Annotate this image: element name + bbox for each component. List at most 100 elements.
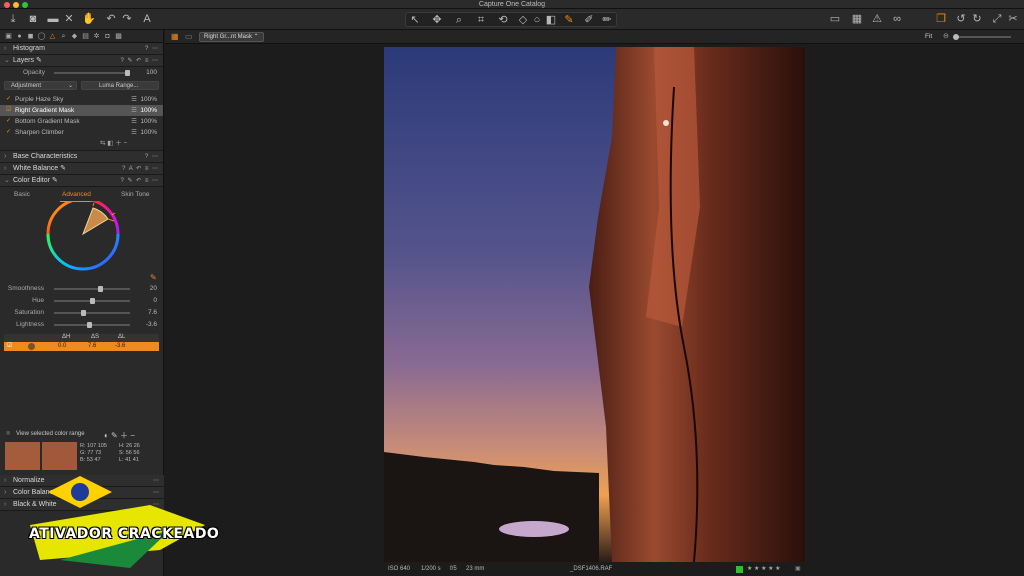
text-tool-icon[interactable]: A — [140, 12, 154, 26]
color-editor-slider[interactable] — [54, 298, 130, 304]
warning-icon[interactable]: ⚠ — [870, 12, 884, 26]
layers-header[interactable]: ⌄ Layers ✎? ✎ ↶ ≡ ⋯ — [0, 55, 163, 67]
mask-icon[interactable]: ◧ — [544, 13, 558, 27]
zoom-knob[interactable] — [953, 34, 959, 40]
expand-icon[interactable]: ⤢ — [990, 12, 1004, 26]
luma-range-button[interactable]: Luma Range... — [81, 81, 159, 90]
picker-icon[interactable]: ✐ — [582, 13, 596, 27]
folder-icon[interactable]: ▬ — [46, 12, 60, 26]
view-range-checkbox-icon[interactable]: ■ — [6, 430, 10, 437]
output-tab-icon[interactable]: ◘ — [102, 31, 113, 42]
grid-view-icon[interactable]: ▦ — [171, 32, 179, 41]
slider-knob[interactable] — [98, 286, 104, 292]
zoom-icon[interactable]: ⌕ — [452, 13, 466, 27]
color-editor-slider[interactable] — [54, 322, 130, 328]
keystone-icon[interactable]: ◇ — [516, 13, 530, 27]
color-picker-icon[interactable]: ✎ — [150, 273, 157, 282]
layer-settings-icon[interactable]: ☰ — [131, 105, 137, 116]
library-tab-icon[interactable]: ▣ — [3, 31, 14, 42]
zoom-window-button[interactable] — [22, 2, 28, 8]
color-range-row[interactable]: ☑ 0.0 7.6 -3.6 — [4, 342, 159, 351]
info-tab-icon[interactable]: ● — [14, 31, 25, 42]
pan-icon[interactable]: ✥ — [430, 13, 444, 27]
rotate-icon[interactable]: ⟲ — [496, 13, 510, 27]
adjust-tab-icon[interactable]: ▤ — [80, 31, 91, 42]
details-tab-icon[interactable]: ◆ — [69, 31, 80, 42]
delete-icon[interactable]: ✕ — [62, 12, 76, 26]
layer-name: Sharpen Climber — [15, 129, 64, 136]
redo-icon[interactable]: ↷ — [120, 12, 134, 26]
layer-opacity: 100% — [140, 96, 157, 103]
opacity-knob[interactable] — [125, 70, 130, 76]
tool-icon[interactable]: ✂ — [1006, 12, 1020, 26]
camera-icon[interactable]: ◙ — [26, 12, 40, 26]
layer-item[interactable]: ✓ Bottom Gradient Mask ☰ 100% — [0, 116, 163, 127]
exposure-tab-icon[interactable]: ⌕ — [58, 31, 69, 42]
annotate-icon[interactable]: ✏ — [600, 13, 614, 27]
hand-icon[interactable]: ✋ — [82, 12, 96, 26]
color-editor-header[interactable]: ⌄ Color Editor ✎? ✎ ↶ ≡ ⋯ — [0, 175, 163, 187]
lens-tab-icon[interactable]: ◯ — [36, 31, 47, 42]
file-name: _DSF1406.RAF — [570, 566, 613, 572]
color-editor-slider[interactable] — [54, 286, 130, 292]
rotate-left-icon[interactable]: ↺ — [954, 12, 968, 26]
before-swatch — [5, 442, 40, 470]
tab-skin-tone[interactable]: Skin Tone — [121, 189, 149, 201]
proof-icon[interactable]: ▭ — [828, 12, 842, 26]
mode-icon[interactable]: ◐ ✎ ＋ − — [104, 430, 135, 441]
brush-icon[interactable]: ✎ — [562, 13, 576, 27]
layer-settings-icon[interactable]: ☰ — [131, 116, 137, 127]
copy-icon[interactable]: ❐ — [934, 12, 948, 26]
histogram-header[interactable]: › Histogram? ⋯ — [0, 43, 163, 55]
close-window-button[interactable] — [4, 2, 10, 8]
slider-knob[interactable] — [87, 322, 93, 328]
adjustment-dropdown[interactable]: Adjustment ⌄ — [4, 81, 77, 90]
select-cursor-icon[interactable]: ↖ — [408, 13, 422, 27]
info-toggle-icon[interactable]: ▣ — [795, 564, 801, 574]
tab-basic[interactable]: Basic — [14, 189, 30, 201]
watermark-logo — [30, 476, 205, 568]
photo[interactable] — [384, 47, 805, 562]
color-tab-icon[interactable]: △ — [47, 31, 58, 42]
rotate-right-icon[interactable]: ↻ — [970, 12, 984, 26]
grid-icon[interactable]: ▦ — [850, 12, 864, 26]
zoom-slider[interactable] — [953, 34, 1011, 40]
layer-item[interactable]: ✓ Sharpen Climber ☰ 100% — [0, 127, 163, 138]
delta-l-header: ΔL — [118, 334, 126, 340]
base-characteristics-header[interactable]: › Base Characteristics? ⋯ — [0, 151, 163, 163]
layer-checkbox-icon[interactable]: ✓ — [6, 94, 11, 105]
import-icon[interactable]: ⤓ — [6, 12, 20, 26]
color-editor-slider[interactable] — [54, 310, 130, 316]
rating-stars-icon[interactable]: ★ ★ ★ ★ ★ — [747, 564, 781, 574]
mask-selector[interactable]: Right Gr...nt Mask ⌃ — [199, 32, 264, 42]
layer-checkbox-icon[interactable]: ☑ — [6, 105, 11, 116]
color-tag-icon[interactable] — [736, 566, 743, 573]
glasses-icon[interactable]: ∞ — [890, 12, 904, 26]
rgb-readout: R: 107 105 G: 77 73 B: 53 47 — [80, 443, 107, 463]
layer-checkbox-icon[interactable]: ✓ — [6, 116, 11, 127]
layer-item[interactable]: ☑ Right Gradient Mask ☰ 100% — [0, 105, 163, 116]
layer-item[interactable]: ✓ Purple Haze Sky ☰ 100% — [0, 94, 163, 105]
delta-s-header: ΔS — [91, 334, 100, 340]
opacity-slider[interactable] — [54, 70, 130, 76]
layer-settings-icon[interactable]: ☰ — [131, 127, 137, 138]
layer-settings-icon[interactable]: ☰ — [131, 94, 137, 105]
zoom-out-icon[interactable]: ⊖ — [943, 32, 949, 40]
color-wheel[interactable] — [0, 201, 164, 283]
single-view-icon[interactable]: ▭ — [185, 32, 193, 41]
zoom-label[interactable]: Fit — [925, 33, 932, 40]
layer-tools-icon[interactable]: ⇆ ◧ ＋ − — [100, 138, 127, 150]
crop-icon[interactable]: ⌗ — [474, 13, 488, 27]
undo-icon[interactable]: ↶ — [104, 12, 118, 26]
white-balance-header[interactable]: › White Balance ✎? A ↶ ≡ ⋯ — [0, 163, 163, 175]
batch-tab-icon[interactable]: ▩ — [113, 31, 124, 42]
spot-icon[interactable]: ○ — [530, 13, 544, 27]
minimize-window-button[interactable] — [13, 2, 19, 8]
metadata-tab-icon[interactable]: ✲ — [91, 31, 102, 42]
capture-tab-icon[interactable]: ◼ — [25, 31, 36, 42]
row-checkbox-icon[interactable]: ☑ — [7, 342, 12, 351]
layer-checkbox-icon[interactable]: ✓ — [6, 127, 11, 138]
slider-knob[interactable] — [80, 310, 86, 316]
slider-knob[interactable] — [89, 298, 95, 304]
color-swatch-icon — [28, 343, 35, 350]
